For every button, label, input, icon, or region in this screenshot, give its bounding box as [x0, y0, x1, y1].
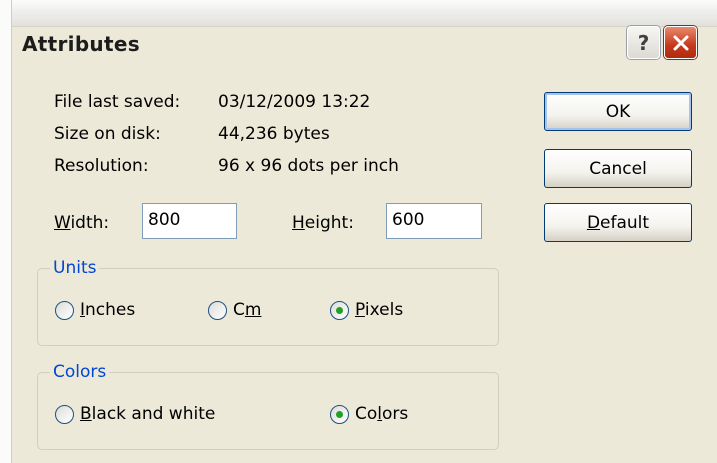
radio-colors[interactable]: Colors [330, 404, 408, 424]
inches-rest: nches [85, 300, 136, 320]
file-last-saved-label: File last saved: [54, 92, 181, 112]
width-label: Width: [54, 213, 109, 233]
width-label-accel: W [54, 213, 71, 233]
height-input[interactable]: 600 [386, 203, 482, 239]
resolution-label: Resolution: [54, 156, 149, 176]
window-title: Attributes [22, 32, 140, 56]
radio-pixels[interactable]: Pixels [330, 300, 403, 320]
colors-pre: Co [355, 404, 378, 424]
help-button[interactable]: ? [627, 26, 660, 59]
radio-circle-pixels [330, 300, 349, 320]
attributes-dialog: Attributes ? File last saved: 03/12/2009… [0, 0, 717, 463]
cm-accel: m [244, 300, 262, 320]
file-last-saved-value: 03/12/2009 13:22 [218, 92, 371, 112]
black-and-white-accel: B [80, 404, 92, 424]
cancel-button[interactable]: Cancel [544, 149, 692, 188]
ok-button[interactable]: OK [544, 92, 692, 131]
default-rest: efault [600, 212, 650, 233]
radio-black-and-white[interactable]: Black and white [55, 404, 215, 424]
radio-pixels-label: Pixels [355, 300, 403, 320]
radio-circle-black-and-white [55, 404, 74, 424]
close-icon [673, 35, 688, 50]
height-label-rest: eight: [304, 213, 354, 233]
window-edge [0, 0, 12, 463]
size-on-disk-value: 44,236 bytes [218, 124, 330, 144]
pixels-accel: P [355, 300, 365, 320]
radio-colors-label: Colors [355, 404, 408, 424]
radio-circle-colors [330, 404, 349, 424]
width-label-rest: idth: [70, 213, 110, 233]
colors-rest: ors [382, 404, 409, 424]
radio-circle-cm [208, 300, 227, 320]
black-and-white-rest: lack and white [91, 404, 216, 424]
default-accel: D [586, 212, 601, 233]
title-bar[interactable] [0, 0, 717, 27]
pixels-rest: ixels [364, 300, 404, 320]
width-input[interactable]: 800 [142, 203, 237, 239]
height-label: Height: [292, 213, 354, 233]
size-on-disk-label: Size on disk: [54, 124, 161, 144]
close-button[interactable] [664, 26, 697, 59]
resolution-value: 96 x 96 dots per inch [218, 156, 399, 176]
radio-black-and-white-label: Black and white [80, 404, 215, 424]
default-button[interactable]: Default [544, 203, 692, 242]
radio-inches-label: Inches [80, 300, 135, 320]
colors-group-label: Colors [50, 362, 110, 382]
height-label-accel: H [292, 213, 305, 233]
units-group-label: Units [50, 258, 100, 278]
radio-circle-inches [55, 300, 74, 320]
cm-pre: C [233, 300, 245, 320]
radio-cm-label: Cm [233, 300, 261, 320]
radio-cm[interactable]: Cm [208, 300, 261, 320]
radio-inches[interactable]: Inches [55, 300, 135, 320]
